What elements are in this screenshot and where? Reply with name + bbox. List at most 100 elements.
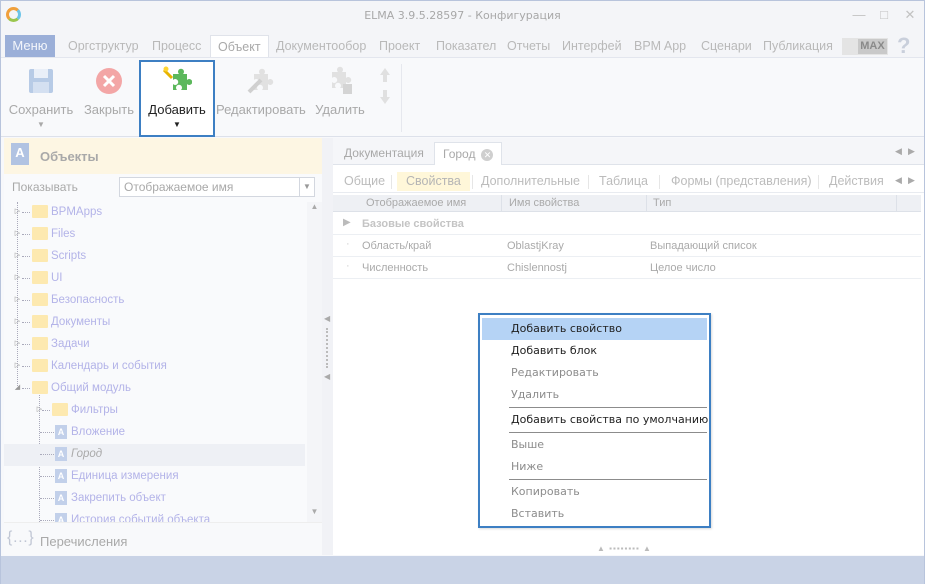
chevron-down-icon[interactable]: ▼: [299, 178, 314, 196]
subtab-forms[interactable]: Формы (представления): [671, 172, 812, 191]
tree-node[interactable]: ▷ Безопасность: [4, 290, 304, 312]
tree-node[interactable]: A Единица измерения: [4, 466, 304, 488]
tree-node[interactable]: ▷ Фильтры: [4, 400, 304, 422]
scroll-up-icon[interactable]: ▲: [307, 202, 322, 216]
tab-documentation[interactable]: Документация: [344, 142, 424, 165]
tree-node[interactable]: ▷ Документы: [4, 312, 304, 334]
enumerations-header[interactable]: {…} Перечисления: [4, 522, 322, 555]
subtab-properties[interactable]: Свойства: [397, 172, 470, 191]
tree-node-label: Общий модуль: [51, 382, 131, 394]
subtab-table[interactable]: Таблица: [599, 172, 648, 191]
objects-header[interactable]: A Объекты: [4, 138, 322, 174]
menu-item-edit[interactable]: Редактировать: [482, 362, 707, 384]
menu-item-paste[interactable]: Вставить: [482, 503, 707, 525]
bottom-splitter[interactable]: ▲ ▪▪▪▪▪▪▪▪ ▲: [333, 544, 924, 555]
tab-reports[interactable]: Отчеты: [507, 35, 550, 57]
expand-icon[interactable]: ▷: [13, 251, 22, 260]
tab-document-flow[interactable]: Документообор: [276, 35, 366, 57]
tab-scroll-left-icon[interactable]: ◀: [895, 146, 902, 157]
tree-connector: [22, 256, 30, 257]
table-row[interactable]: · Область/край OblastjKray Выпадающий сп…: [333, 235, 921, 257]
add-button[interactable]: Добавить ▼: [141, 62, 213, 134]
main-menu-button[interactable]: Меню: [5, 35, 55, 57]
tab-process[interactable]: Процесс: [152, 35, 201, 57]
maximize-icon[interactable]: □: [876, 7, 892, 23]
delete-button[interactable]: Удалить: [311, 62, 369, 134]
close-window-icon[interactable]: ✕: [902, 7, 918, 23]
tab-scenarios[interactable]: Сценари: [701, 35, 752, 57]
tree-node[interactable]: ▷ Календарь и события: [4, 356, 304, 378]
tab-bpm-app[interactable]: BPM App: [634, 35, 686, 57]
collapse-left-icon[interactable]: ◀: [324, 372, 330, 381]
collapse-left-icon[interactable]: ◀: [324, 314, 330, 323]
expand-icon[interactable]: ▷: [13, 295, 22, 304]
collapse-icon[interactable]: ◢: [13, 383, 22, 392]
add-dropdown-arrow-icon[interactable]: ▼: [141, 120, 213, 129]
tree-scrollbar[interactable]: ▲ ▼: [307, 202, 322, 522]
move-updown-icon[interactable]: [377, 66, 393, 106]
tree-node[interactable]: ▷ BPMApps: [4, 202, 304, 224]
column-separator[interactable]: [896, 195, 897, 212]
group-row[interactable]: ▶ Базовые свойства: [333, 213, 921, 235]
cell-type: Выпадающий список: [650, 240, 757, 252]
close-tab-icon[interactable]: ✕: [481, 149, 494, 161]
tree-node-label: Документы: [51, 316, 111, 328]
tab-interface[interactable]: Интерфей: [562, 35, 622, 57]
subtab-scroll-left-icon[interactable]: ◀: [895, 175, 902, 186]
tab-project[interactable]: Проект: [379, 35, 420, 57]
save-button[interactable]: Сохранить ▼: [5, 62, 77, 134]
tree-node-selected[interactable]: A Город: [4, 444, 305, 466]
subtab-general[interactable]: Общие: [344, 172, 385, 191]
tree-node[interactable]: ▷ Files: [4, 224, 304, 246]
tree-node[interactable]: A История событий объекта: [4, 510, 304, 522]
tab-publication[interactable]: Публикация: [763, 35, 833, 57]
tab-object[interactable]: Объект: [210, 35, 269, 57]
splitter-grip[interactable]: [326, 328, 328, 368]
scroll-down-icon[interactable]: ▼: [307, 507, 322, 521]
menu-item-move-down[interactable]: Ниже: [482, 456, 707, 478]
close-button[interactable]: Закрыть: [81, 62, 137, 134]
cell-display-name: Область/край: [362, 240, 432, 252]
column-separator[interactable]: [501, 195, 502, 212]
expand-icon[interactable]: ▷: [13, 339, 22, 348]
minimize-icon[interactable]: —: [851, 7, 867, 23]
menu-item-copy[interactable]: Копировать: [482, 481, 707, 503]
tab-orgstructure[interactable]: Оргструктур: [68, 35, 139, 57]
tree-node[interactable]: ▷ Задачи: [4, 334, 304, 356]
column-separator[interactable]: [646, 195, 647, 212]
show-select[interactable]: Отображаемое имя ▼: [119, 177, 315, 197]
column-property-name[interactable]: Имя свойства: [509, 197, 579, 209]
column-display-name[interactable]: Отображаемое имя: [366, 197, 466, 209]
max-toggle[interactable]: MAX: [842, 38, 888, 55]
expand-icon[interactable]: ▷: [13, 207, 22, 216]
column-type[interactable]: Тип: [653, 197, 671, 209]
menu-item-add-default-properties[interactable]: Добавить свойства по умолчанию: [482, 409, 708, 431]
tree-node[interactable]: ▷ Scripts: [4, 246, 304, 268]
table-row[interactable]: · Численность Chislennostj Целое число: [333, 257, 921, 279]
tab-indicators[interactable]: Показател: [436, 35, 496, 57]
group-expand-icon[interactable]: ▶: [343, 217, 351, 228]
edit-button[interactable]: Редактировать: [216, 62, 306, 134]
expand-icon[interactable]: ▷: [13, 317, 22, 326]
tab-city[interactable]: Город ✕: [434, 142, 503, 165]
tree-node[interactable]: A Закрепить объект: [4, 488, 304, 510]
tab-scroll-right-icon[interactable]: ▶: [908, 146, 915, 157]
expand-icon[interactable]: ▷: [13, 229, 22, 238]
menu-item-delete[interactable]: Удалить: [482, 384, 707, 406]
tree-node[interactable]: ◢ Общий модуль: [4, 378, 304, 400]
expand-up-icon[interactable]: ▲ ▪▪▪▪▪▪▪▪ ▲: [597, 544, 652, 553]
menu-item-move-up[interactable]: Выше: [482, 434, 707, 456]
tree-node[interactable]: A Вложение: [4, 422, 304, 444]
tree-node[interactable]: ▷ UI: [4, 268, 304, 290]
menu-item-add-block[interactable]: Добавить блок: [482, 340, 707, 362]
menu-item-add-property[interactable]: Добавить свойство: [482, 318, 707, 340]
subtab-actions[interactable]: Действия: [829, 172, 884, 191]
subtab-scroll-right-icon[interactable]: ▶: [908, 175, 915, 186]
expand-icon[interactable]: ▷: [13, 273, 22, 282]
help-icon[interactable]: ?: [897, 33, 910, 59]
expand-icon[interactable]: ▷: [13, 361, 22, 370]
save-dropdown-arrow-icon[interactable]: ▼: [5, 120, 77, 129]
subtab-additional[interactable]: Дополнительные: [481, 172, 580, 191]
panel-splitter[interactable]: ◀ ◀: [322, 138, 333, 555]
close-circle-icon: [96, 68, 122, 94]
